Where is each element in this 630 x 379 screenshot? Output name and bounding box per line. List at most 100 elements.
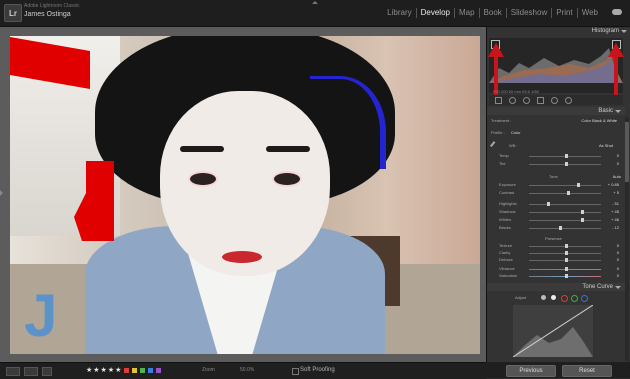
- treatment-options[interactable]: Color Black & White: [581, 118, 617, 123]
- slider-track[interactable]: [529, 212, 601, 213]
- blue-channel-icon[interactable]: [581, 295, 588, 302]
- tone-curve-svg: [512, 304, 594, 358]
- slider-shadows[interactable]: Shadows + 45: [489, 209, 623, 215]
- slider-highlights[interactable]: Highlights - 51: [489, 201, 623, 207]
- slider-value[interactable]: 0: [599, 250, 619, 255]
- slider-knob[interactable]: [581, 218, 584, 222]
- slider-knob[interactable]: [547, 202, 550, 206]
- graduated-filter-icon[interactable]: [537, 97, 544, 104]
- photo-preview[interactable]: J: [10, 36, 480, 354]
- module-web[interactable]: Web: [578, 8, 602, 18]
- slider-knob[interactable]: [577, 183, 580, 187]
- tone-curve-graph[interactable]: [512, 304, 594, 358]
- label-blue[interactable]: [148, 368, 153, 373]
- slider-knob[interactable]: [565, 258, 568, 262]
- module-slideshow[interactable]: Slideshow: [507, 8, 553, 18]
- basic-panel-header[interactable]: Basic: [487, 107, 625, 115]
- histogram-exif: ISO 200 50 mm f/5.6 1/80: [493, 89, 539, 94]
- module-library[interactable]: Library: [383, 8, 417, 18]
- radial-filter-icon[interactable]: [551, 97, 558, 104]
- label-yellow[interactable]: [132, 368, 137, 373]
- reset-button[interactable]: Reset: [562, 365, 612, 377]
- scroll-thumb[interactable]: [625, 122, 629, 182]
- panel-scrollbar[interactable]: [625, 117, 629, 361]
- before-after-button[interactable]: [24, 367, 38, 376]
- slider-value[interactable]: 0: [599, 161, 619, 166]
- slider-tint[interactable]: Tint 0: [489, 161, 623, 167]
- slider-value[interactable]: + 0.85: [599, 182, 619, 187]
- slider-saturation[interactable]: Saturation 0: [489, 273, 623, 279]
- slider-knob[interactable]: [567, 191, 570, 195]
- slider-track[interactable]: [529, 204, 601, 205]
- slider-track[interactable]: [529, 220, 601, 221]
- slider-value[interactable]: 0: [599, 153, 619, 158]
- left-panel-toggle-icon[interactable]: [0, 190, 3, 196]
- slider-knob[interactable]: [565, 154, 568, 158]
- slider-knob[interactable]: [565, 251, 568, 255]
- slider-value[interactable]: 0: [599, 257, 619, 262]
- previous-button[interactable]: Previous: [506, 365, 556, 377]
- point-curve-icon[interactable]: [551, 295, 556, 300]
- tool-strip: [489, 95, 623, 105]
- cloud-sync-icon[interactable]: [612, 9, 622, 15]
- module-map[interactable]: Map: [455, 8, 480, 18]
- slider-track[interactable]: [529, 228, 601, 229]
- slider-temp[interactable]: Temp 0: [489, 153, 623, 159]
- slider-texture[interactable]: Texture 0: [489, 243, 623, 249]
- slider-value[interactable]: - 51: [599, 201, 619, 206]
- tone-auto-button[interactable]: Auto: [613, 174, 621, 179]
- product-name: Adobe Lightroom Classic: [24, 3, 80, 9]
- tone-curve-header[interactable]: Tone Curve: [487, 283, 625, 291]
- zoom-value[interactable]: 50.0%: [240, 367, 254, 373]
- slider-knob[interactable]: [565, 267, 568, 271]
- basic-collapse-icon[interactable]: [615, 110, 621, 113]
- red-eye-icon[interactable]: [523, 97, 530, 104]
- red-channel-icon[interactable]: [561, 295, 568, 302]
- slider-contrast[interactable]: Contrast + 5: [489, 190, 623, 196]
- slider-knob[interactable]: [565, 274, 568, 278]
- adjustment-brush-icon[interactable]: [565, 97, 572, 104]
- zoom-label: Zoom: [202, 367, 215, 373]
- label-green[interactable]: [140, 368, 145, 373]
- slider-value[interactable]: 0: [599, 266, 619, 271]
- label-purple[interactable]: [156, 368, 161, 373]
- wb-eyedropper-icon[interactable]: [490, 141, 500, 151]
- soft-proofing-checkbox[interactable]: [292, 368, 299, 375]
- slider-whites[interactable]: Whites + 46: [489, 217, 623, 223]
- slider-track[interactable]: [529, 185, 601, 186]
- wb-value[interactable]: As Shot: [599, 143, 613, 148]
- module-develop[interactable]: Develop: [417, 8, 455, 18]
- slider-value[interactable]: + 45: [599, 209, 619, 214]
- green-channel-icon[interactable]: [571, 295, 578, 302]
- annotation-arrow-left-icon: [488, 43, 504, 95]
- spot-removal-icon[interactable]: [509, 97, 516, 104]
- module-print[interactable]: Print: [552, 8, 578, 18]
- compare-button[interactable]: [42, 367, 52, 376]
- histogram-header[interactable]: Histogram: [487, 27, 630, 36]
- slider-track[interactable]: [529, 193, 601, 194]
- slider-clarity[interactable]: Clarity 0: [489, 250, 623, 256]
- slider-vibrance[interactable]: Vibrance 0: [489, 266, 623, 272]
- crop-tool-icon[interactable]: [495, 97, 502, 104]
- tone-curve-collapse-icon[interactable]: [615, 286, 621, 289]
- slider-blacks[interactable]: Blacks - 12: [489, 225, 623, 231]
- slider-knob[interactable]: [565, 244, 568, 248]
- collapse-top-arrow-icon[interactable]: [312, 1, 318, 4]
- slider-value[interactable]: 0: [599, 243, 619, 248]
- slider-knob[interactable]: [559, 226, 562, 230]
- star-rating[interactable]: ★★★★★: [86, 366, 122, 374]
- slider-value[interactable]: - 12: [599, 225, 619, 230]
- slider-knob[interactable]: [581, 210, 584, 214]
- slider-value[interactable]: + 5: [599, 190, 619, 195]
- slider-value[interactable]: + 46: [599, 217, 619, 222]
- slider-exposure[interactable]: Exposure + 0.85: [489, 182, 623, 188]
- profile-value[interactable]: Color: [511, 130, 521, 135]
- collapse-icon[interactable]: [621, 30, 627, 33]
- module-book[interactable]: Book: [480, 8, 507, 18]
- slider-knob[interactable]: [565, 162, 568, 166]
- loupe-view-button[interactable]: [6, 367, 20, 376]
- slider-value[interactable]: 0: [599, 273, 619, 278]
- label-red[interactable]: [124, 368, 129, 373]
- parametric-curve-icon[interactable]: [541, 295, 546, 300]
- slider-dehaze[interactable]: Dehaze 0: [489, 257, 623, 263]
